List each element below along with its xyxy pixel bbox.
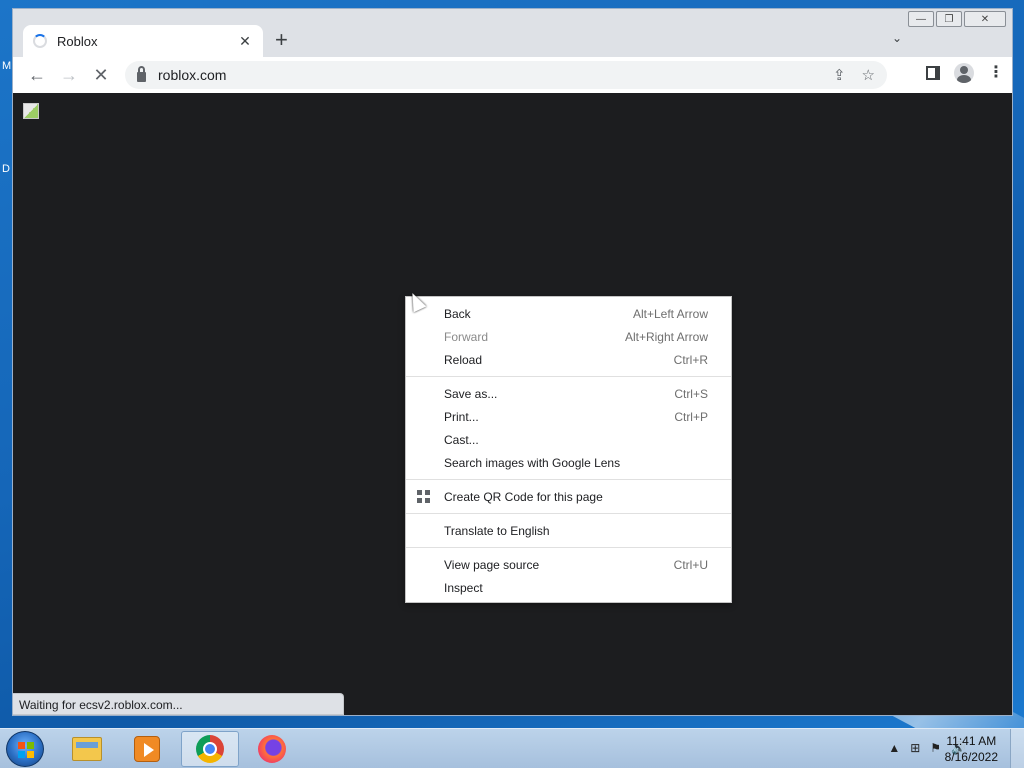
menu-item-label: Search images with Google Lens: [444, 455, 621, 470]
qr-code-icon: [417, 490, 430, 503]
tab-strip: Roblox ✕ + ⌄ — ❐ ✕: [13, 9, 1012, 57]
network-icon[interactable]: ⊞: [910, 741, 920, 755]
desktop-icon-label[interactable]: D: [2, 163, 10, 175]
menu-item-create-qr-code-for-this-page[interactable]: Create QR Code for this page: [406, 485, 731, 508]
menu-item-label: Translate to English: [444, 523, 550, 538]
menu-separator: [406, 376, 731, 377]
menu-item-label: Reload: [444, 352, 483, 367]
menu-item-label: Create QR Code for this page: [444, 489, 603, 504]
context-menu: Back Alt+Left Arrow Forward Alt+Right Arrow…: [405, 296, 732, 603]
forward-button[interactable]: →: [53, 65, 85, 86]
menu-item-label: Inspect: [444, 580, 483, 595]
folder-icon: [72, 737, 102, 761]
menu-item-label: Back: [444, 306, 471, 321]
clock[interactable]: 11:41 AM 8/16/2022: [945, 733, 998, 765]
share-icon[interactable]: ⇪: [833, 66, 846, 84]
close-window-button[interactable]: ✕: [964, 11, 1006, 27]
menu-item-inspect[interactable]: Inspect: [406, 576, 731, 599]
tab-search-chevron-icon[interactable]: ⌄: [892, 31, 902, 45]
window-controls: — ❐ ✕: [906, 11, 1006, 27]
menu-separator: [406, 513, 731, 514]
minimize-button[interactable]: —: [908, 11, 934, 27]
new-tab-button[interactable]: +: [275, 29, 288, 51]
back-button[interactable]: ←: [21, 65, 53, 86]
lock-icon[interactable]: [137, 65, 146, 82]
menu-item-reload[interactable]: Reload Ctrl+R: [406, 348, 731, 371]
address-bar[interactable]: roblox.com ⇪ ☆: [125, 61, 887, 89]
stop-loading-button[interactable]: ✕: [85, 65, 117, 86]
chrome-menu-icon[interactable]: ⋮: [988, 65, 1004, 81]
toolbar-right: ⋮: [926, 63, 1004, 83]
url-text[interactable]: roblox.com: [158, 67, 226, 83]
desktop-icon-label[interactable]: M: [2, 60, 11, 72]
browser-toolbar: ← → ✕ roblox.com ⇪ ☆ ⋮: [13, 57, 1012, 93]
menu-item-search-images-with-google-lens[interactable]: Search images with Google Lens: [406, 451, 731, 474]
taskbar: ▲ ⊞ ⚑ 🔊 11:41 AM 8/16/2022: [0, 728, 1024, 768]
menu-item-print[interactable]: Print... Ctrl+P: [406, 405, 731, 428]
menu-separator: [406, 547, 731, 548]
firefox-icon: [258, 735, 286, 763]
start-button[interactable]: [6, 731, 44, 767]
menu-item-shortcut: Ctrl+P: [674, 409, 708, 424]
menu-item-save-as[interactable]: Save as... Ctrl+S: [406, 382, 731, 405]
tab-title: Roblox: [57, 33, 98, 49]
menu-item-back[interactable]: Back Alt+Left Arrow: [406, 302, 731, 325]
bookmark-star-icon[interactable]: ☆: [862, 66, 875, 84]
menu-item-label: Forward: [444, 329, 489, 344]
taskbar-firefox[interactable]: [243, 731, 301, 767]
menu-item-label: Print...: [444, 409, 479, 424]
tab-roblox[interactable]: Roblox ✕: [23, 25, 263, 57]
menu-item-translate-to-english[interactable]: Translate to English: [406, 519, 731, 542]
menu-item-label: View page source: [444, 557, 540, 572]
tab-close-icon[interactable]: ✕: [237, 33, 253, 50]
loading-spinner-icon: [33, 34, 47, 48]
menu-item-shortcut: Ctrl+R: [673, 352, 708, 367]
restore-button[interactable]: ❐: [936, 11, 962, 27]
clock-date: 8/16/2022: [944, 750, 998, 764]
taskbar-chrome[interactable]: [181, 731, 239, 767]
chrome-icon: [196, 735, 224, 763]
menu-item-shortcut: Alt+Left Arrow: [632, 306, 708, 321]
status-bubble: Waiting for ecsv2.roblox.com...: [13, 693, 344, 715]
media-player-icon: [134, 736, 160, 762]
action-center-icon[interactable]: ⚑: [930, 741, 941, 755]
side-panel-icon[interactable]: [926, 66, 940, 80]
profile-avatar-icon[interactable]: [954, 63, 974, 83]
menu-item-shortcut: Ctrl+S: [674, 386, 708, 401]
menu-item-forward[interactable]: Forward Alt+Right Arrow: [406, 325, 731, 348]
show-desktop-button[interactable]: [1010, 729, 1024, 768]
menu-item-shortcut: Ctrl+U: [673, 557, 708, 572]
menu-separator: [406, 479, 731, 480]
show-hidden-icons-button[interactable]: ▲: [888, 741, 900, 755]
menu-item-label: Cast...: [444, 432, 479, 447]
taskbar-media-player[interactable]: [118, 731, 176, 767]
clock-time: 11:41 AM: [946, 734, 997, 748]
omnibox-actions: ⇪ ☆: [833, 66, 875, 84]
taskbar-file-explorer[interactable]: [58, 731, 116, 767]
menu-item-shortcut: Alt+Right Arrow: [624, 329, 708, 344]
menu-item-label: Save as...: [444, 386, 498, 401]
broken-image-icon: [23, 103, 39, 119]
menu-item-view-page-source[interactable]: View page source Ctrl+U: [406, 553, 731, 576]
menu-item-cast[interactable]: Cast...: [406, 428, 731, 451]
